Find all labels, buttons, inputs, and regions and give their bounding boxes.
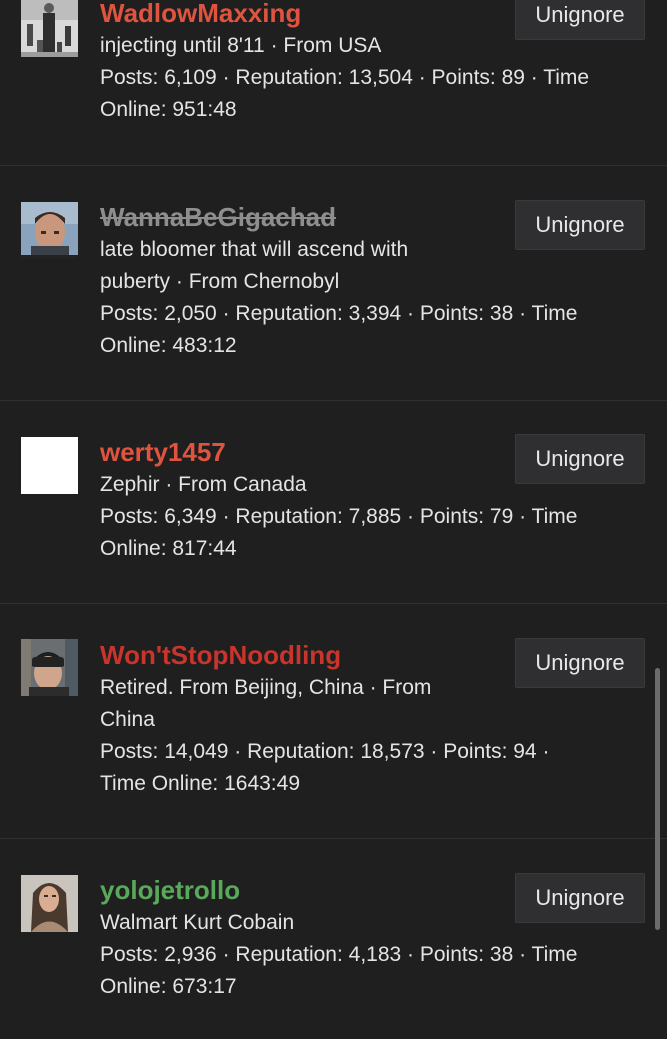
user-stats-line: Online: 951:48 <box>100 98 237 121</box>
user-avatar[interactable] <box>21 202 78 259</box>
user-avatar[interactable] <box>21 0 78 57</box>
scrollbar[interactable] <box>655 668 660 930</box>
unignore-button[interactable]: Unignore <box>515 434 645 484</box>
ignored-user-row: WadlowMaxxing injecting until 8'11 · Fro… <box>0 0 667 166</box>
unignore-button[interactable]: Unignore <box>515 0 645 40</box>
avatar-photo-tall-man-icon <box>21 0 78 57</box>
user-title-line: Retired. From Beijing, China · From <box>100 676 432 699</box>
user-stats-line: Posts: 6,349 · Reputation: 7,885 · Point… <box>100 505 578 528</box>
user-title-line: Walmart Kurt Cobain <box>100 911 295 934</box>
ignored-users-list: WadlowMaxxing injecting until 8'11 · Fro… <box>0 0 667 1000</box>
unignore-button[interactable]: Unignore <box>515 638 645 688</box>
avatar-photo-woman-icon <box>21 875 78 932</box>
avatar-blank-icon <box>21 437 78 494</box>
user-stats-line: Posts: 6,109 · Reputation: 13,504 · Poin… <box>100 66 590 89</box>
ignored-user-row: yolojetrollo Walmart Kurt Cobain Posts: … <box>0 839 667 1039</box>
username-link[interactable]: WadlowMaxxing <box>100 0 495 30</box>
user-title-line: late bloomer that will ascend with <box>100 238 409 261</box>
unignore-button[interactable]: Unignore <box>515 200 645 250</box>
ignored-user-row: Won'tStopNoodling Retired. From Beijing,… <box>0 604 667 839</box>
user-stats-line: Posts: 14,049 · Reputation: 18,573 · Poi… <box>100 740 550 763</box>
user-title-line: China <box>100 708 155 731</box>
user-stats-line: Time Online: 1643:49 <box>100 772 301 795</box>
user-stats-line: Posts: 2,936 · Reputation: 4,183 · Point… <box>100 943 578 966</box>
user-title-line: injecting until 8'11 · From USA <box>100 34 382 57</box>
ignored-user-row: werty1457 Zephir · From Canada Posts: 6,… <box>0 401 667 604</box>
user-avatar[interactable] <box>21 437 78 494</box>
user-stats-line: Online: 817:44 <box>100 537 237 560</box>
avatar-photo-face-icon <box>21 202 78 259</box>
user-stats-line: Online: 673:17 <box>100 975 237 998</box>
username-link[interactable]: werty1457 <box>100 435 495 469</box>
user-avatar[interactable] <box>21 875 78 932</box>
username-link[interactable]: Won'tStopNoodling <box>100 638 495 672</box>
user-stats-line: Online: 483:12 <box>100 334 237 357</box>
username-link[interactable]: WannaBeGigachad <box>100 200 495 234</box>
user-title-line: puberty · From Chernobyl <box>100 270 340 293</box>
avatar-photo-beanie-icon <box>21 639 78 696</box>
user-avatar[interactable] <box>21 639 78 696</box>
user-title-line: Zephir · From Canada <box>100 473 307 496</box>
username-link[interactable]: yolojetrollo <box>100 873 495 907</box>
ignored-user-row: WannaBeGigachad late bloomer that will a… <box>0 166 667 401</box>
user-stats-line: Posts: 2,050 · Reputation: 3,394 · Point… <box>100 302 578 325</box>
unignore-button[interactable]: Unignore <box>515 873 645 923</box>
